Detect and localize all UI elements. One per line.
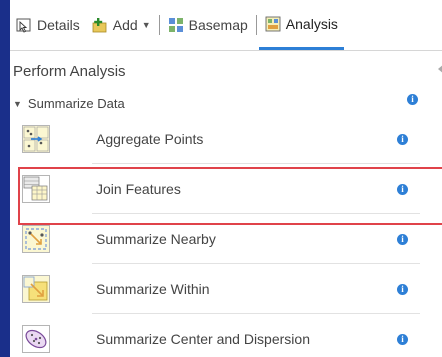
details-icon xyxy=(16,17,32,33)
center-dispersion-icon xyxy=(22,325,50,353)
analysis-icon xyxy=(265,16,281,32)
toolbar-divider xyxy=(255,15,257,35)
tool-label: Aggregate Points xyxy=(96,131,204,147)
info-icon[interactable]: i xyxy=(397,333,408,345)
section-info-icon[interactable]: i xyxy=(407,94,418,105)
basemap-button[interactable]: Basemap xyxy=(162,0,254,50)
details-button[interactable]: Details xyxy=(10,0,86,50)
tool-aggregate-points[interactable]: Aggregate Points i xyxy=(10,114,432,164)
panel-title: Perform Analysis xyxy=(13,63,126,80)
collapse-panel-icon[interactable] xyxy=(438,64,442,74)
info-icon[interactable]: i xyxy=(397,283,408,295)
basemap-icon xyxy=(168,17,184,33)
add-icon xyxy=(92,17,108,33)
tool-summarize-center-dispersion[interactable]: Summarize Center and Dispersion i xyxy=(10,314,432,357)
highlight-box xyxy=(18,167,442,225)
toolbar: Details Add ▼ Basemap Analysis xyxy=(10,0,442,51)
details-label: Details xyxy=(37,17,80,33)
tool-label: Summarize Within xyxy=(96,281,210,297)
tool-label: Summarize Nearby xyxy=(96,231,216,247)
tool-label: Summarize Center and Dispersion xyxy=(96,331,310,347)
info-icon[interactable]: i xyxy=(397,133,408,145)
section-summarize-data[interactable]: ▼ Summarize Data xyxy=(13,96,125,111)
analysis-label: Analysis xyxy=(285,15,338,32)
analysis-window: Details Add ▼ Basemap Analysis Perform A… xyxy=(10,0,442,357)
add-button[interactable]: Add ▼ xyxy=(86,0,157,50)
summarize-nearby-icon xyxy=(22,225,50,253)
chevron-down-icon: ▼ xyxy=(141,20,151,30)
toolbar-divider xyxy=(158,15,160,35)
expanded-triangle-icon: ▼ xyxy=(13,98,22,109)
section-label: Summarize Data xyxy=(27,96,125,111)
summarize-within-icon xyxy=(22,275,50,303)
tool-summarize-within[interactable]: Summarize Within i xyxy=(10,264,432,314)
analysis-button[interactable]: Analysis xyxy=(258,0,344,50)
aggregate-points-icon xyxy=(22,125,50,153)
basemap-label: Basemap xyxy=(188,17,248,33)
add-label: Add xyxy=(112,17,138,33)
info-icon[interactable]: i xyxy=(397,233,408,245)
